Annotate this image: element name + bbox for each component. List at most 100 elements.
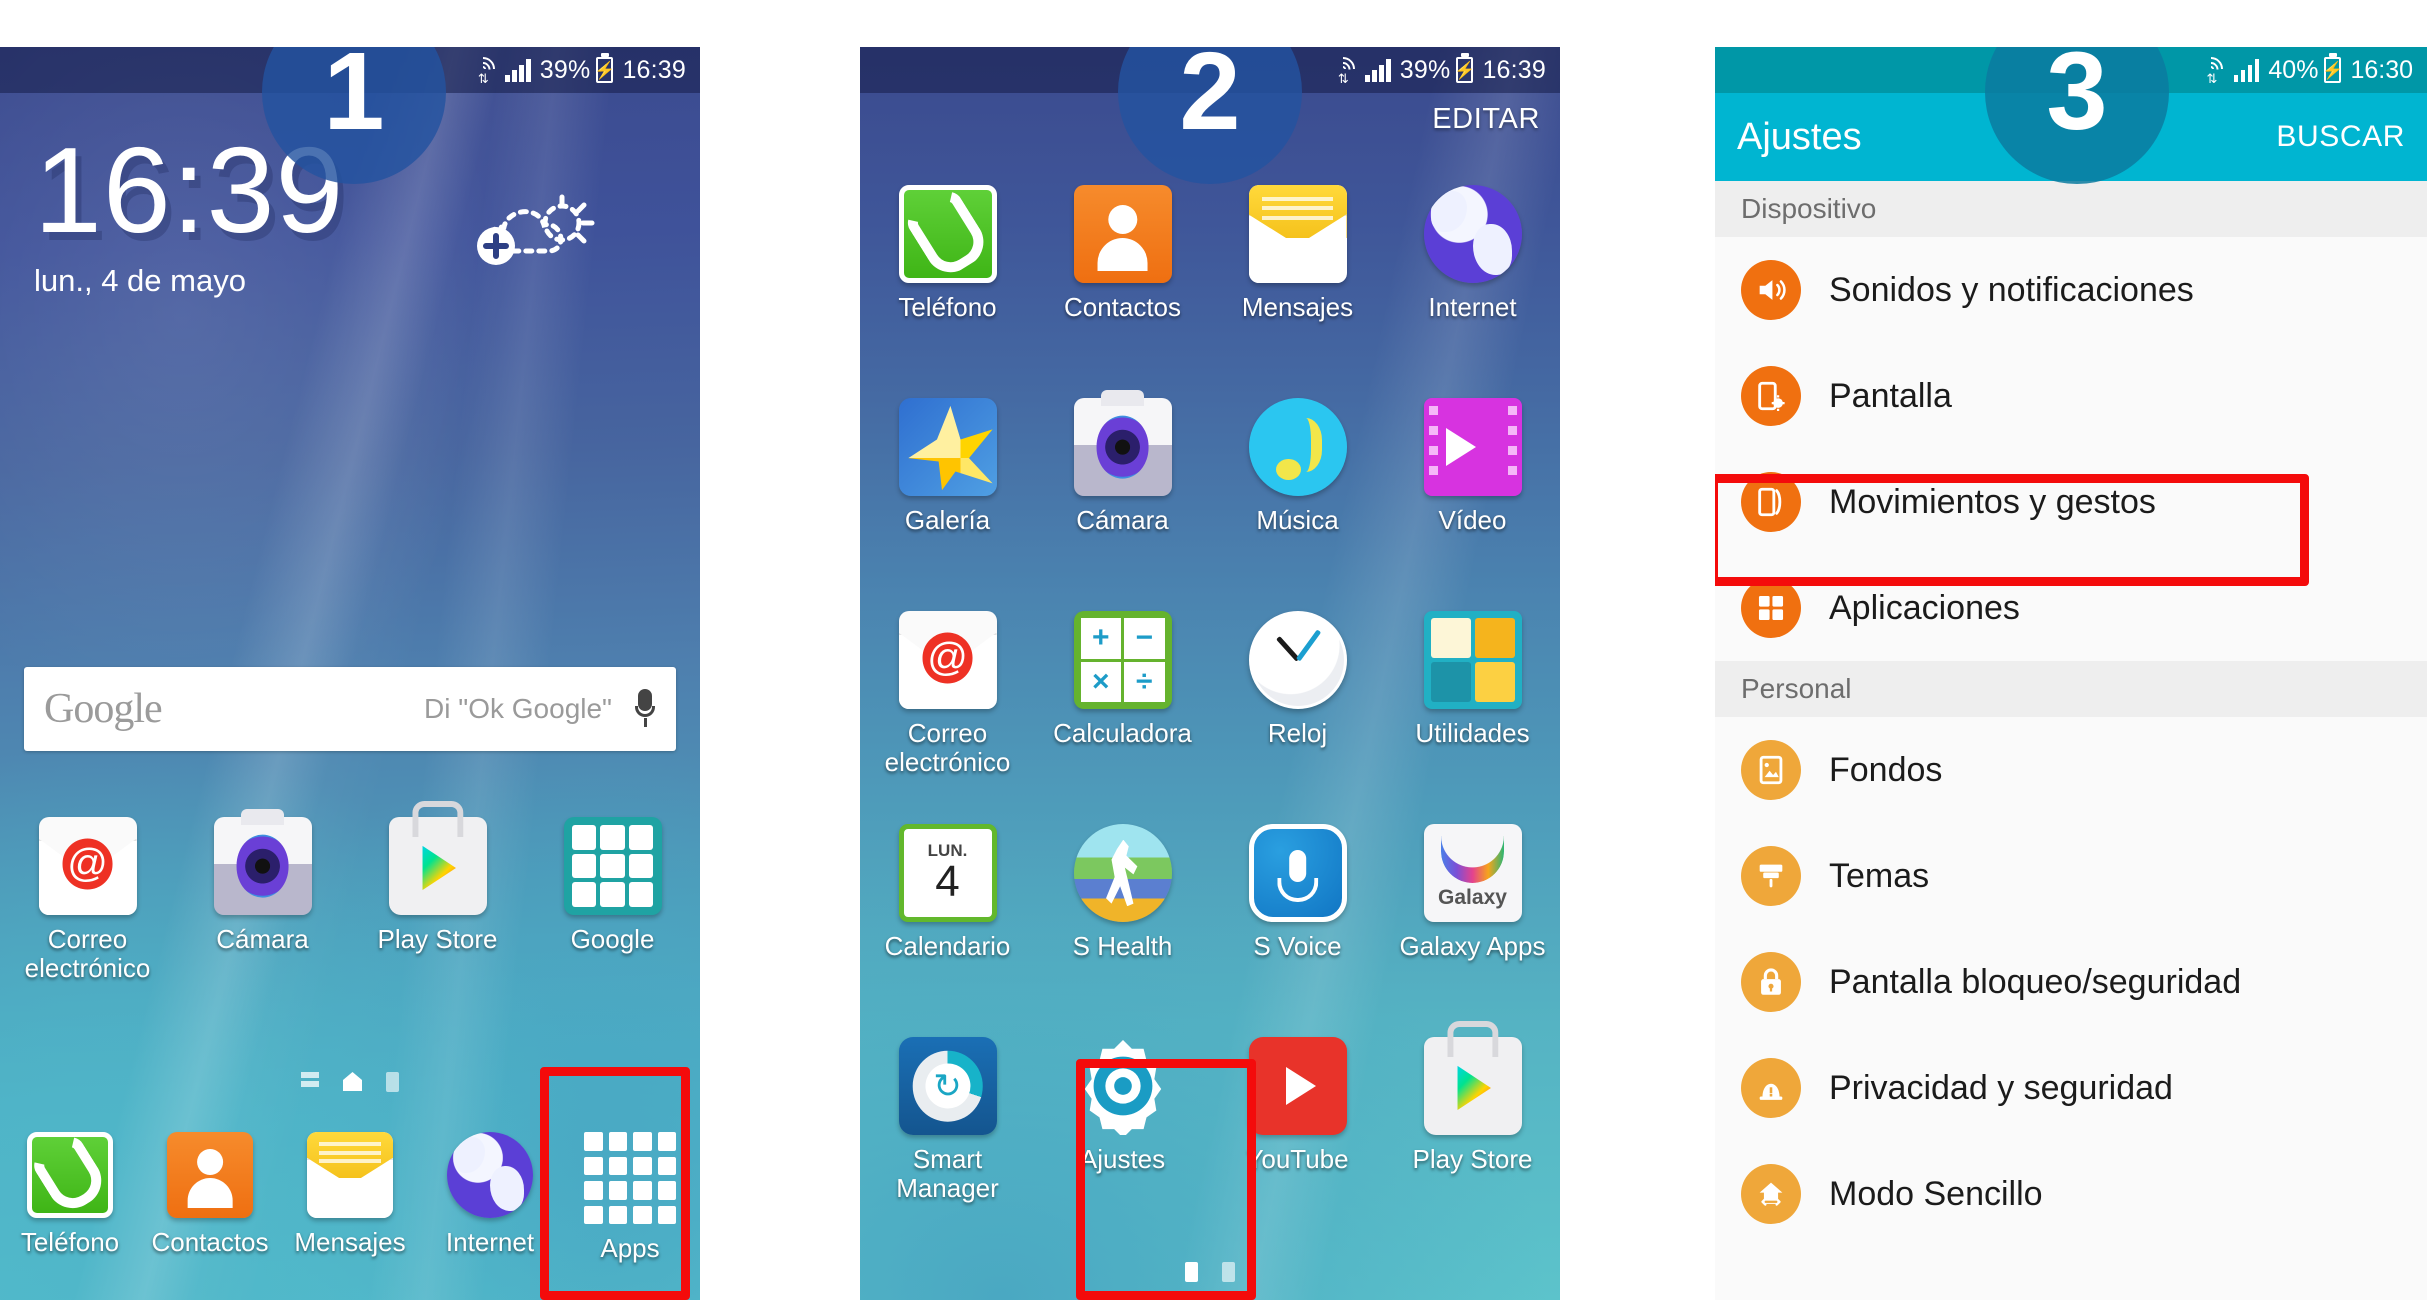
settings-item-fondos[interactable]: Fondos [1715,717,2427,823]
drawer-app-reloj[interactable]: Reloj [1210,601,1385,814]
drawer-app-mensajes[interactable]: Mensajes [1210,175,1385,388]
drawer-app-internet[interactable]: Internet [1385,175,1560,388]
app-label: Reloj [1267,718,1328,748]
dock-item-apps[interactable]: Apps [560,1132,700,1263]
battery-charging-icon: ⚡ [1454,57,1475,83]
settings-list[interactable]: Dispositivo Sonidos y notificaciones Pan… [1715,181,2427,1300]
microphone-icon[interactable] [634,689,656,729]
page-dot-2[interactable] [1222,1262,1235,1282]
search-button[interactable]: BUSCAR [2276,120,2405,154]
status-clock-label: 16:39 [1482,55,1546,84]
drawer-app-calculadora[interactable]: + − × ÷ Calculadora [1035,601,1210,814]
dock-label: Teléfono [20,1227,120,1257]
internet-icon [1423,185,1522,283]
calculator-icon: + − × ÷ [1073,611,1172,709]
page-dot-home[interactable] [343,1072,362,1091]
page-dot-1[interactable] [1185,1262,1198,1282]
status-clock-label: 16:39 [622,55,686,84]
step-number: 3 [2046,47,2108,153]
app-label: Cámara [1076,505,1169,535]
settings-item-pantalla-bloqueo-seguridad[interactable]: Pantalla bloqueo/seguridad [1715,929,2427,1035]
add-weather-icon[interactable] [462,189,612,281]
home-app-play-store[interactable]: Play Store [350,817,525,982]
dock-label: Internet [445,1227,535,1257]
tools-folder-icon [1423,611,1522,709]
s-health-icon [1073,824,1172,922]
drawer-app-telefono[interactable]: Teléfono [860,175,1035,388]
battery-charging-icon: ⚡ [594,57,615,83]
step-number: 2 [1179,47,1241,153]
easy-mode-home-icon [1741,1164,1801,1224]
three-step-tutorial-screenshot: ⇅ 39% ⚡ 16:39 16:39 lun., 4 de mayo Goog… [0,0,2427,1300]
app-label: YouTube [1246,1144,1349,1174]
settings-item-modo-sencillo[interactable]: Modo Sencillo [1715,1141,2427,1247]
drawer-app-galeria[interactable]: Galería [860,388,1035,601]
settings-item-label: Sonidos y notificaciones [1829,270,2194,309]
step-number: 1 [323,47,385,153]
edit-button[interactable]: EDITAR [1432,103,1540,136]
drawer-app-video[interactable]: Vídeo [1385,388,1560,601]
app-label: Internet [1428,292,1517,322]
panel-1-home-screen: ⇅ 39% ⚡ 16:39 16:39 lun., 4 de mayo Goog… [0,47,700,1300]
section-header-personal: Personal [1715,661,2427,717]
home-app-correo-electronico[interactable]: Correo electrónico [0,817,175,982]
drawer-app-play-store[interactable]: Play Store [1385,1027,1560,1240]
settings-item-label: Movimientos y gestos [1829,482,2156,521]
app-label: Calculadora [1053,718,1192,748]
clock-icon [1248,611,1347,709]
google-logo: Google [44,686,163,732]
page-dot-3[interactable] [386,1072,399,1092]
video-icon [1423,398,1522,496]
contacts-icon [167,1132,253,1218]
settings-item-sonidos-y-notificaciones[interactable]: Sonidos y notificaciones [1715,237,2427,343]
page-dot-1[interactable] [301,1072,319,1078]
smart-manager-icon [898,1037,997,1135]
home-app-google-folder[interactable]: Google [525,817,700,982]
drawer-app-youtube[interactable]: YouTube [1210,1027,1385,1240]
app-label: Correo electrónico [24,924,151,983]
dock-item-contactos[interactable]: Contactos [140,1132,280,1263]
dock-label: Mensajes [294,1227,406,1257]
drawer-app-s-health[interactable]: S Health [1035,814,1210,1027]
play-store-icon [388,817,487,915]
drawer-app-calendario[interactable]: LUN. 4 Calendario [860,814,1035,1027]
settings-item-movimientos-y-gestos[interactable]: Movimientos y gestos [1715,449,2427,555]
dock-item-mensajes[interactable]: Mensajes [280,1132,420,1263]
app-label: Ajustes [1079,1144,1166,1174]
wifi-icon: ⇅ [465,52,500,86]
drawer-app-s-voice[interactable]: S Voice [1210,814,1385,1027]
drawer-app-galaxy-apps[interactable]: Galaxy Galaxy Apps [1385,814,1560,1027]
drawer-app-ajustes[interactable]: Ajustes [1035,1027,1210,1240]
wallpaper-icon [1741,740,1801,800]
dock-item-internet[interactable]: Internet [420,1132,560,1263]
email-icon [38,817,137,915]
play-store-icon [1423,1037,1522,1135]
app-label: Música [1256,505,1339,535]
app-label: Mensajes [1241,292,1354,322]
drawer-app-contactos[interactable]: Contactos [1035,175,1210,388]
app-label: Play Store [377,924,498,954]
settings-item-pantalla[interactable]: Pantalla [1715,343,2427,449]
settings-item-privacidad-y-seguridad[interactable]: Privacidad y seguridad [1715,1035,2427,1141]
contacts-icon [1073,185,1172,283]
music-icon [1248,398,1347,496]
apps-grid-icon [1741,578,1801,638]
drawer-app-musica[interactable]: Música [1210,388,1385,601]
google-search-widget[interactable]: Google Di "Ok Google" [24,667,676,751]
google-folder-icon [563,817,662,915]
settings-item-temas[interactable]: Temas [1715,823,2427,929]
drawer-app-smart-manager[interactable]: Smart Manager [860,1027,1035,1240]
phone-icon [898,185,997,283]
app-label: Galaxy Apps [1399,931,1546,961]
settings-item-label: Modo Sencillo [1829,1174,2043,1213]
youtube-icon [1248,1037,1347,1135]
drawer-app-camara[interactable]: Cámara [1035,388,1210,601]
dock-item-telefono[interactable]: Teléfono [0,1132,140,1263]
signal-icon [2233,58,2260,82]
settings-item-aplicaciones[interactable]: Aplicaciones [1715,555,2427,661]
drawer-app-correo-electronico[interactable]: Correo electrónico [860,601,1035,814]
settings-item-label: Privacidad y seguridad [1829,1068,2173,1107]
drawer-app-utilidades[interactable]: Utilidades [1385,601,1560,814]
home-app-camara[interactable]: Cámara [175,809,350,982]
settings-item-label: Fondos [1829,750,1943,789]
